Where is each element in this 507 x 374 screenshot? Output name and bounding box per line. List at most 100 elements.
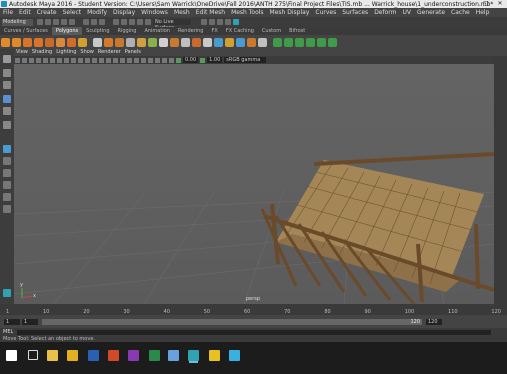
menu-surfaces[interactable]: Surfaces bbox=[342, 9, 368, 16]
shelf-tool-icon[interactable] bbox=[12, 37, 21, 47]
shelf-tool-icon[interactable] bbox=[23, 37, 32, 47]
powerpoint-icon[interactable] bbox=[108, 350, 119, 361]
menu-help[interactable]: Help bbox=[476, 9, 490, 16]
minimize-button[interactable]: – bbox=[465, 0, 479, 8]
menu-select[interactable]: Select bbox=[63, 9, 82, 16]
exposure-icon[interactable] bbox=[176, 57, 181, 63]
select-tool-icon[interactable] bbox=[3, 55, 11, 63]
gate-mask-icon[interactable] bbox=[57, 57, 62, 63]
menu-mesh-display[interactable]: Mesh Display bbox=[270, 9, 310, 16]
shelf-tab-rendering[interactable]: Rendering bbox=[174, 27, 208, 35]
shelf-tab-fx[interactable]: FX bbox=[208, 27, 222, 35]
shelf-tool-icon[interactable] bbox=[115, 37, 124, 47]
film-gate-icon[interactable] bbox=[43, 57, 48, 63]
depth-of-field-icon[interactable] bbox=[141, 57, 146, 63]
excel-icon[interactable] bbox=[149, 350, 160, 361]
four-view-layout-icon[interactable] bbox=[3, 157, 11, 165]
hypershade-layout-icon[interactable] bbox=[3, 193, 11, 201]
sticky-notes-icon[interactable] bbox=[209, 350, 220, 361]
shelf-tool-icon[interactable] bbox=[214, 37, 223, 47]
shelf-tool-icon[interactable] bbox=[258, 37, 267, 47]
panel-menu-view[interactable]: View bbox=[16, 49, 28, 56]
snap-point-icon[interactable] bbox=[129, 19, 135, 25]
menu-file[interactable]: File bbox=[3, 9, 13, 16]
chrome-icon[interactable] bbox=[67, 350, 78, 361]
make-live-icon[interactable] bbox=[145, 19, 151, 25]
gamma-field[interactable]: 1.00 bbox=[207, 57, 223, 63]
shelf-tool-icon[interactable] bbox=[295, 37, 304, 47]
color-space-selector[interactable]: sRGB gamma bbox=[224, 57, 267, 63]
select-object-icon[interactable] bbox=[91, 19, 97, 25]
word-icon[interactable] bbox=[88, 350, 99, 361]
menu-modify[interactable]: Modify bbox=[87, 9, 107, 16]
new-scene-icon[interactable] bbox=[37, 19, 43, 25]
menu-edit[interactable]: Edit bbox=[19, 9, 31, 16]
shelf-tool-icon[interactable] bbox=[170, 37, 179, 47]
channel-box-collapsed[interactable] bbox=[494, 56, 507, 304]
menu-curves[interactable]: Curves bbox=[315, 9, 336, 16]
snap-curve-icon[interactable] bbox=[121, 19, 127, 25]
shelf-tool-icon[interactable] bbox=[34, 37, 43, 47]
onenote-icon[interactable] bbox=[128, 350, 139, 361]
file-explorer-icon[interactable] bbox=[47, 350, 58, 361]
shelf-tab-custom[interactable]: Custom bbox=[258, 27, 285, 35]
snap-view-icon[interactable] bbox=[137, 19, 143, 25]
save-scene-icon[interactable] bbox=[53, 19, 59, 25]
shelf-tool-icon[interactable] bbox=[78, 37, 87, 47]
panel-menu-show[interactable]: Show bbox=[80, 49, 94, 56]
shelf-tab-rigging[interactable]: Rigging bbox=[114, 27, 141, 35]
persp-outliner-layout-icon[interactable] bbox=[3, 169, 11, 177]
shelf-tool-icon[interactable] bbox=[284, 37, 293, 47]
shelf-tool-icon[interactable] bbox=[328, 37, 337, 47]
start-frame-field[interactable]: 1 bbox=[4, 318, 20, 325]
render-settings-icon[interactable] bbox=[225, 19, 231, 25]
ambient-occlusion-icon[interactable] bbox=[120, 57, 125, 63]
task-view-icon[interactable] bbox=[28, 350, 38, 360]
paint-icon[interactable] bbox=[229, 350, 240, 361]
undo-icon[interactable] bbox=[61, 19, 67, 25]
mel-label[interactable]: MEL bbox=[3, 329, 13, 335]
xray-components-icon[interactable] bbox=[169, 57, 174, 63]
shelf-tool-icon[interactable] bbox=[104, 37, 113, 47]
shelf-tool-icon[interactable] bbox=[126, 37, 135, 47]
anti-alias-icon[interactable] bbox=[134, 57, 139, 63]
field-chart-icon[interactable] bbox=[64, 57, 69, 63]
shelf-tab-curves-surfaces[interactable]: Curves / Surfaces bbox=[0, 27, 52, 35]
shelf-tool-icon[interactable] bbox=[45, 37, 54, 47]
shelf-tool-icon[interactable] bbox=[247, 37, 256, 47]
rotate-tool-icon[interactable] bbox=[3, 107, 11, 115]
menu-windows[interactable]: Windows bbox=[141, 9, 168, 16]
menu-display[interactable]: Display bbox=[113, 9, 135, 16]
single-perspective-layout-icon[interactable] bbox=[3, 145, 11, 153]
menu-edit-mesh[interactable]: Edit Mesh bbox=[196, 9, 225, 16]
lights-icon[interactable] bbox=[106, 57, 111, 63]
snap-grid-icon[interactable] bbox=[113, 19, 119, 25]
select-hierarchy-icon[interactable] bbox=[83, 19, 89, 25]
persp-graph-layout-icon[interactable] bbox=[3, 181, 11, 189]
command-input[interactable] bbox=[17, 329, 492, 335]
shelf-tool-icon[interactable] bbox=[236, 37, 245, 47]
gamma-icon[interactable] bbox=[200, 57, 206, 63]
maya-icon[interactable] bbox=[188, 350, 199, 361]
viewport[interactable]: x y persp bbox=[14, 64, 494, 304]
panel-menu-renderer[interactable]: Renderer bbox=[98, 49, 121, 56]
move-tool-icon[interactable] bbox=[3, 95, 11, 103]
ipr-render-icon[interactable] bbox=[217, 19, 223, 25]
textured-icon[interactable] bbox=[99, 57, 104, 63]
shelf-tool-icon[interactable] bbox=[159, 37, 168, 47]
lasso-tool-icon[interactable] bbox=[3, 69, 11, 77]
workspace-selector[interactable]: Modeling bbox=[2, 18, 33, 26]
isolate-select-icon[interactable] bbox=[148, 57, 153, 63]
shelf-tab-sculpting[interactable]: Sculpting bbox=[82, 27, 113, 35]
shelf-tool-icon[interactable] bbox=[93, 37, 102, 47]
shelf-tool-icon[interactable] bbox=[1, 37, 10, 47]
visual-studio-icon[interactable] bbox=[168, 350, 179, 361]
menu-cache[interactable]: Cache bbox=[451, 9, 470, 16]
shelf-tab-animation[interactable]: Animation bbox=[140, 27, 174, 35]
safe-action-icon[interactable] bbox=[71, 57, 76, 63]
menu-deform[interactable]: Deform bbox=[374, 9, 396, 16]
windows-start-icon[interactable] bbox=[6, 350, 17, 361]
shelf-tool-icon[interactable] bbox=[137, 37, 146, 47]
paint-select-tool-icon[interactable] bbox=[3, 81, 11, 89]
panel-menu-panels[interactable]: Panels bbox=[125, 49, 141, 56]
